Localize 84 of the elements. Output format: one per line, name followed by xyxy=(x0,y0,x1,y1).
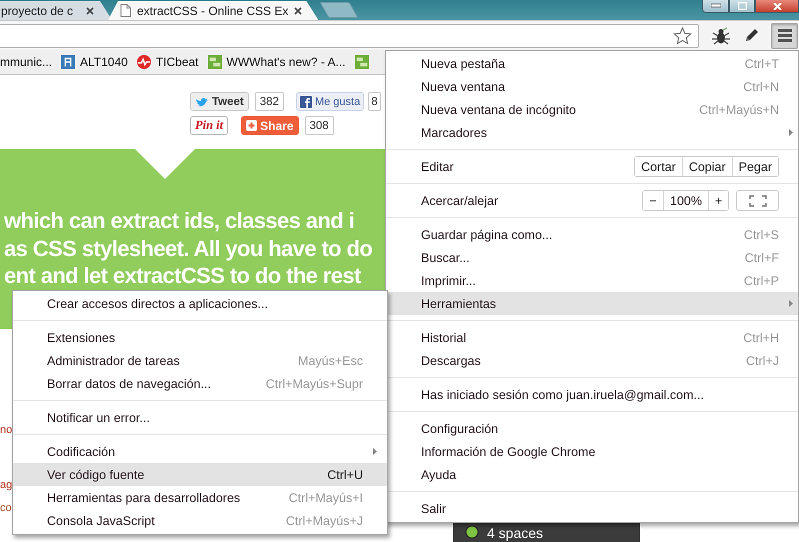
menu-item[interactable]: Imprimir... Ctrl+P xyxy=(386,269,798,292)
pin-button[interactable]: Pin it xyxy=(190,116,228,135)
shortcut-text: Ctrl+Mayús+J xyxy=(286,514,363,528)
shortcut-text: Ctrl+U xyxy=(327,468,363,482)
menu-item[interactable]: Nueva ventana de incógnito Ctrl+Mayús+N xyxy=(386,98,798,121)
shortcut-text: Ctrl+Mayús+Supr xyxy=(266,376,363,390)
tweet-button[interactable]: Tweet xyxy=(190,92,249,111)
page-text: no xyxy=(0,424,12,436)
menu-item[interactable]: Borrar datos de navegación... Ctrl+Mayús+Supr xyxy=(13,372,387,395)
banner-text: as CSS stylesheet. All you have to do xyxy=(4,234,372,262)
bookmark-icon xyxy=(136,55,151,69)
menu-item[interactable]: Nueva pestaña Ctrl+T xyxy=(386,52,798,75)
menu-label: Editar xyxy=(421,160,455,174)
browser-tab[interactable]: extractCSS - Online CSS Ex xyxy=(108,1,318,20)
bookmark[interactable]: WWWhat's new? - A... xyxy=(208,55,346,69)
bird-icon xyxy=(195,96,209,107)
maximize-button[interactable] xyxy=(729,0,755,13)
shortcut-text: Ctrl+H xyxy=(743,330,779,344)
plus-icon xyxy=(246,120,258,131)
banner-text: which can extract ids, classes and i xyxy=(4,207,354,234)
shortcut-text: Ctrl+F xyxy=(744,250,779,264)
menu-item[interactable]: Configuración xyxy=(386,417,798,440)
menu-item[interactable]: Guardar página como... Ctrl+S xyxy=(386,223,798,246)
facebook-icon xyxy=(300,96,312,108)
page-icon xyxy=(120,4,131,17)
zoom-in-button[interactable]: + xyxy=(708,191,728,210)
menu-item[interactable]: Crear accesos directos a aplicaciones... xyxy=(13,292,387,315)
menu-item[interactable]: Administrador de tareas Mayús+Esc xyxy=(13,349,387,372)
edit-button[interactable]: Pegar xyxy=(732,157,778,176)
star-icon[interactable] xyxy=(673,26,692,44)
bookmark[interactable]: TICbeat xyxy=(136,55,199,69)
menu-label: Acercar/alejar xyxy=(421,194,500,208)
banner-text: ent and let extractCSS to do the rest xyxy=(4,262,361,290)
shortcut-text: Ctrl+P xyxy=(744,274,779,288)
minimize-button[interactable] xyxy=(702,0,729,13)
maximize-icon xyxy=(738,2,746,10)
menu-item[interactable]: Descargas Ctrl+J xyxy=(386,349,798,372)
menu-item[interactable]: Herramientas xyxy=(386,292,798,315)
menu-item[interactable]: Herramientas para desarrolladores Ctrl+Mayús+I xyxy=(13,486,387,509)
minimize-icon xyxy=(710,3,720,9)
shortcut-text: Ctrl+T xyxy=(744,56,779,70)
menu-item[interactable]: Ver código fuente Ctrl+U xyxy=(13,463,387,486)
like-button[interactable]: Me gusta xyxy=(296,92,364,111)
fullscreen-icon xyxy=(748,194,766,206)
close-icon xyxy=(772,2,782,10)
menu-item[interactable]: Salir xyxy=(386,497,798,520)
pencil-icon[interactable] xyxy=(743,28,759,44)
browser-tab[interactable]: proyecto de c xyxy=(0,1,112,20)
close-icon[interactable] xyxy=(294,6,302,14)
shortcut-text: Ctrl+J xyxy=(746,354,779,368)
menu-item[interactable]: Marcadores xyxy=(386,121,798,144)
bookmark-icon xyxy=(61,55,76,69)
shortcut-text: Mayús+Esc xyxy=(298,354,363,368)
close-icon[interactable] xyxy=(86,6,94,14)
address-field[interactable] xyxy=(0,24,699,48)
menu-item[interactable]: Historial Ctrl+H xyxy=(386,326,798,349)
menu-button[interactable] xyxy=(771,22,798,48)
menu-item[interactable]: Codificación xyxy=(13,440,387,463)
page-text: ag xyxy=(0,479,12,491)
shortcut-text: Ctrl+Mayús+I xyxy=(288,490,363,504)
menu-icon xyxy=(778,29,792,42)
menu-item[interactable]: Ayuda xyxy=(386,463,798,486)
bug-icon[interactable] xyxy=(711,26,731,44)
menu-item[interactable]: Has iniciado sesión como juan.iruela@gmail.com... xyxy=(386,383,798,406)
menu-item[interactable]: Consola JavaScript Ctrl+Mayús+J xyxy=(13,509,387,532)
menu-item[interactable]: Información de Google Chrome xyxy=(386,440,798,463)
shortcut-text: Ctrl+Mayús+N xyxy=(699,102,779,116)
count-bubble: 382 xyxy=(254,92,284,111)
shortcut-text: Ctrl+S xyxy=(744,228,779,242)
page-text: co xyxy=(0,502,12,514)
count-bubble: 308 xyxy=(304,116,334,135)
shortcut-text: Ctrl+N xyxy=(743,80,779,94)
bookmark[interactable]: mmunic... xyxy=(0,55,52,69)
count-bubble: 8 xyxy=(368,92,381,111)
menu-item[interactable]: Nueva ventana Ctrl+N xyxy=(386,75,798,98)
bookmark[interactable]: ALT1040 xyxy=(61,55,128,69)
close-button[interactable] xyxy=(755,0,799,13)
bookmark-icon xyxy=(208,55,222,69)
fullscreen-button[interactable] xyxy=(736,190,779,211)
chip-label: 4 spaces xyxy=(487,525,544,541)
menu-item[interactable]: Extensiones xyxy=(13,326,387,349)
menu-item[interactable]: Buscar... Ctrl+F xyxy=(386,246,798,269)
menu-item[interactable]: Notificar un error... xyxy=(13,406,387,429)
dot-icon xyxy=(465,525,479,539)
